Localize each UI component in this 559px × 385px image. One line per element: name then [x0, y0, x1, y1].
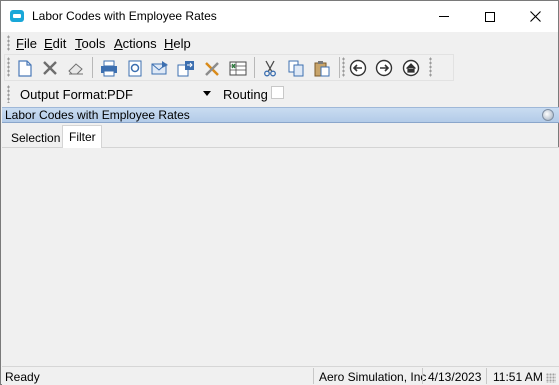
cut-icon [264, 60, 276, 76]
new-button[interactable] [15, 58, 35, 78]
output-toolbar-grip[interactable] [7, 85, 10, 103]
copy-button[interactable] [286, 58, 306, 78]
resize-grip[interactable] [546, 373, 556, 383]
menu-help[interactable]: Help [164, 36, 191, 51]
print-preview-icon [128, 60, 142, 76]
status-company: Aero Simulation, Inc [319, 370, 427, 384]
tools-button[interactable] [202, 58, 222, 78]
print-icon [101, 60, 117, 76]
pin-icon[interactable] [542, 109, 554, 121]
forward-button[interactable] [374, 58, 394, 78]
maximize-button[interactable] [467, 1, 513, 32]
chevron-down-icon[interactable] [203, 91, 211, 96]
print-preview-button[interactable] [125, 58, 145, 78]
email-button[interactable] [150, 58, 170, 78]
toolbar-grip-2[interactable] [342, 57, 345, 77]
tab-filter[interactable]: Filter [62, 125, 102, 148]
forward-icon [375, 59, 393, 77]
excel-button[interactable] [228, 58, 248, 78]
paste-icon [314, 60, 329, 76]
window-title: Labor Codes with Employee Rates [32, 9, 217, 23]
output-format-select[interactable]: PDF [107, 87, 133, 102]
panel-title: Labor Codes with Employee Rates [5, 108, 190, 122]
status-date: 4/13/2023 [428, 370, 482, 384]
email-icon [151, 61, 168, 75]
status-separator [313, 368, 314, 384]
maximize-icon [485, 11, 495, 22]
export-button[interactable] [176, 58, 196, 78]
tab-selection[interactable]: Selection [5, 127, 62, 147]
filter-content-area [2, 148, 559, 366]
eraser-icon [68, 63, 83, 75]
export-icon [177, 60, 194, 76]
routing-label: Routing [223, 87, 268, 102]
toolbar-grip[interactable] [7, 57, 10, 77]
toolbar-separator [339, 57, 340, 78]
paste-button[interactable] [312, 58, 332, 78]
app-icon [10, 10, 24, 22]
menu-tools[interactable]: Tools [75, 36, 105, 51]
cut-button[interactable] [260, 58, 280, 78]
toolbar-grip-3[interactable] [429, 57, 432, 77]
routing-checkbox[interactable] [271, 86, 284, 99]
clear-button[interactable] [66, 58, 86, 78]
menubar-grip[interactable] [7, 35, 10, 51]
status-separator [486, 368, 487, 384]
menu-actions[interactable]: Actions [114, 36, 157, 51]
toolbar-separator [92, 57, 93, 78]
menu-edit[interactable]: Edit [44, 36, 66, 51]
status-time: 11:51 AM [493, 370, 543, 384]
copy-icon [288, 60, 303, 76]
home-button[interactable] [401, 58, 421, 78]
excel-icon [229, 61, 247, 75]
close-button[interactable] [512, 1, 558, 32]
status-state: Ready [5, 370, 40, 384]
print-button[interactable] [99, 58, 119, 78]
menu-file[interactable]: File [16, 36, 37, 51]
close-icon [529, 11, 541, 22]
back-button[interactable] [348, 58, 368, 78]
home-icon [402, 59, 420, 77]
minimize-icon [439, 16, 449, 17]
status-separator [422, 368, 423, 384]
output-format-label: Output Format: [20, 87, 108, 102]
new-document-icon [18, 59, 32, 77]
tools-icon [205, 61, 219, 76]
toolbar-separator [254, 57, 255, 78]
app-window: Labor Codes with Employee Rates File Edi… [0, 0, 559, 385]
minimize-button[interactable] [421, 1, 467, 32]
delete-icon [43, 61, 57, 75]
back-icon [349, 59, 367, 77]
delete-button[interactable] [40, 58, 60, 78]
